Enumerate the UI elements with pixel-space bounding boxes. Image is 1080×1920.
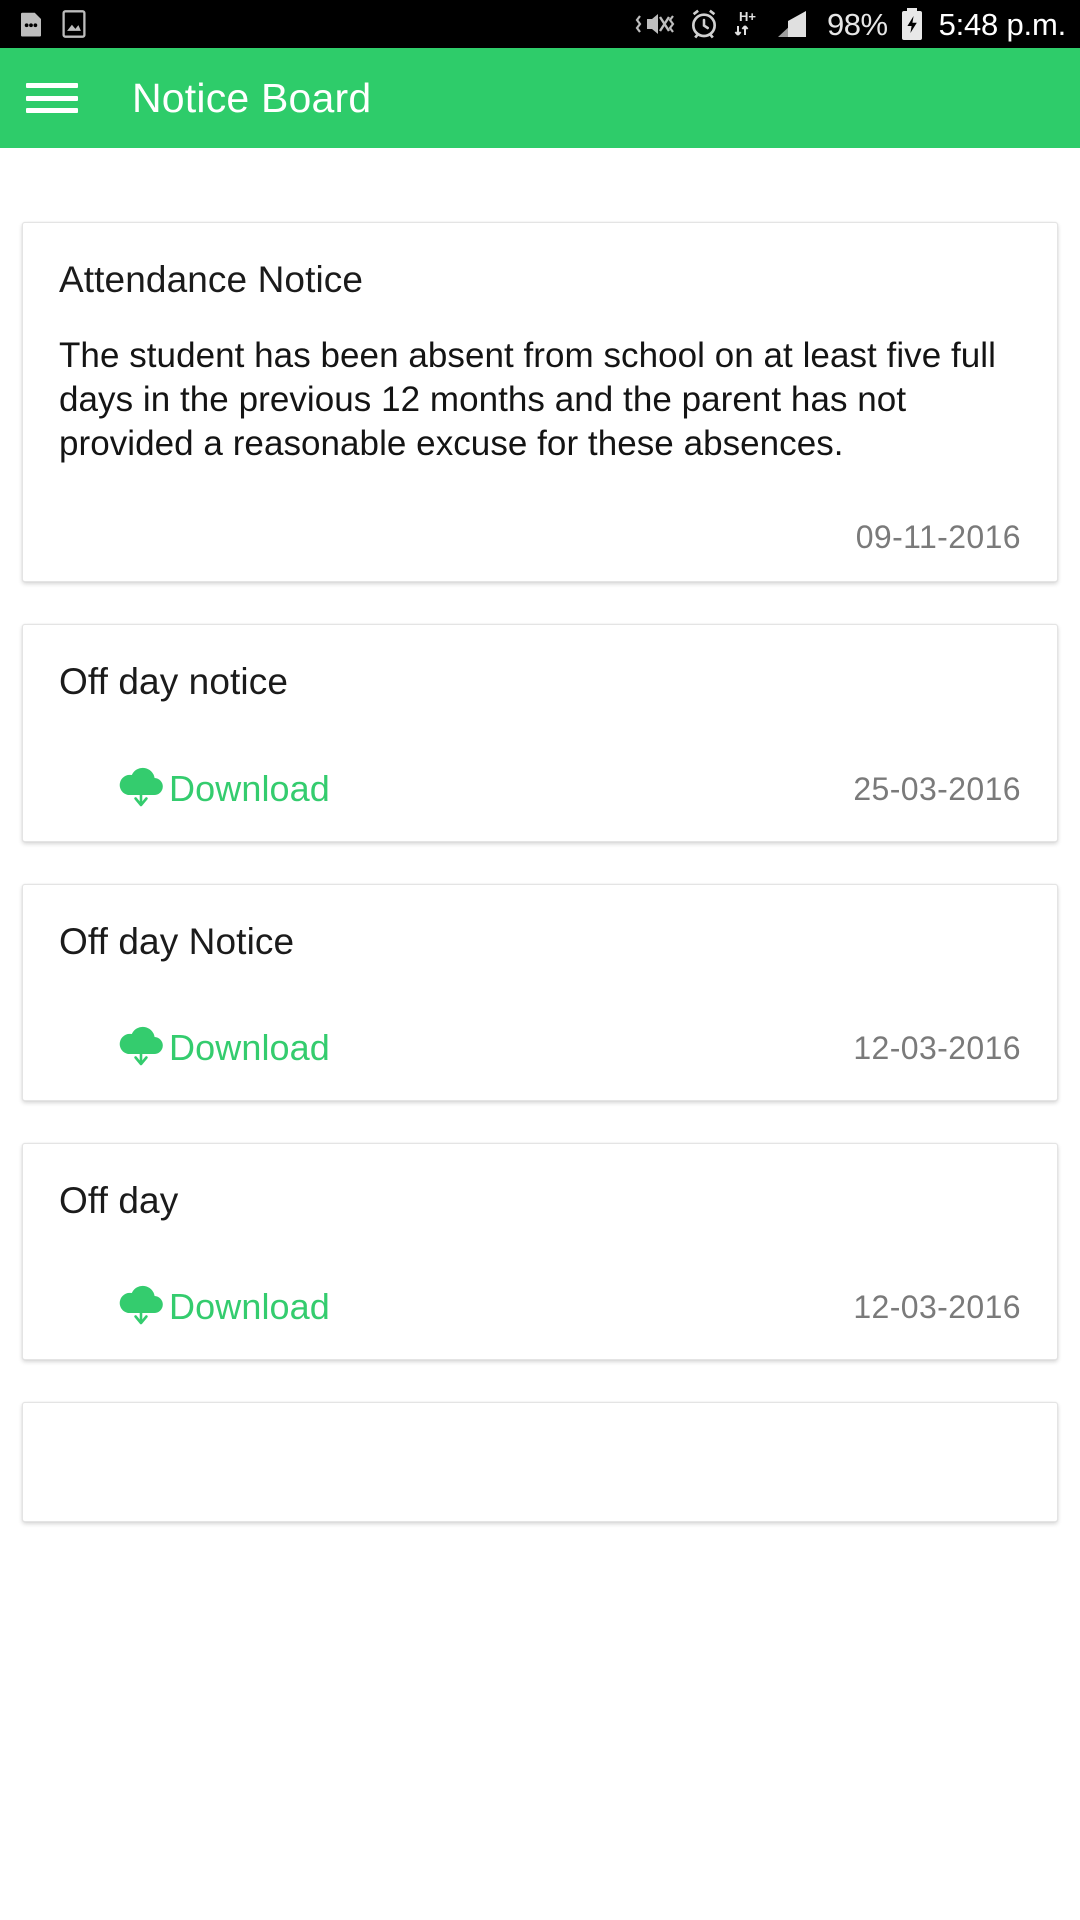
notice-card[interactable]: Off day notice Download 25-03-2016 xyxy=(22,624,1058,842)
page-title: Notice Board xyxy=(132,74,372,121)
app-bar: Notice Board xyxy=(0,48,1080,148)
hamburger-menu-icon[interactable] xyxy=(26,78,78,118)
notice-date: 25-03-2016 xyxy=(853,770,1021,807)
notice-card[interactable]: Off day Notice Download 12-03-2016 xyxy=(22,883,1058,1101)
status-bar: H+ 98% 5:48 p.m. xyxy=(0,0,1080,48)
download-label: Download xyxy=(169,1026,330,1068)
cloud-download-icon xyxy=(113,765,169,813)
status-bar-right-icons: H+ 98% 5:48 p.m. xyxy=(633,7,1066,41)
hamburger-bar-2 xyxy=(26,95,78,101)
download-button[interactable]: Download xyxy=(113,765,330,813)
sim-card-icon xyxy=(16,9,46,39)
notice-list[interactable]: Attendance Notice The student has been a… xyxy=(0,148,1080,1920)
notice-date: 12-03-2016 xyxy=(853,1029,1021,1066)
download-label: Download xyxy=(169,1285,330,1327)
battery-percent-label: 98% xyxy=(827,6,888,42)
hamburger-bar-1 xyxy=(26,83,78,88)
notice-title: Off day notice xyxy=(59,661,289,703)
status-bar-left-icons xyxy=(16,9,88,39)
download-button[interactable]: Download xyxy=(113,1024,330,1072)
svg-text:H+: H+ xyxy=(739,9,756,24)
signal-bars-icon xyxy=(776,8,814,40)
download-button[interactable]: Download xyxy=(113,1283,330,1331)
alarm-clock-icon xyxy=(688,8,720,40)
notice-title: Attendance Notice xyxy=(59,259,364,300)
cloud-download-icon xyxy=(113,1283,169,1331)
vibrate-mute-icon xyxy=(633,8,677,40)
notice-card[interactable]: Attendance Notice The student has been a… xyxy=(22,222,1058,583)
notice-footer-row: Download 12-03-2016 xyxy=(59,1024,1021,1072)
cloud-download-icon xyxy=(113,1024,169,1072)
hamburger-bar-3 xyxy=(26,108,78,113)
battery-charging-icon xyxy=(899,7,925,41)
notice-card-partial[interactable] xyxy=(22,1401,1058,1522)
notice-body: The student has been absent from school … xyxy=(59,336,996,463)
notice-card[interactable]: Off day Download 12-03-2016 xyxy=(22,1142,1058,1360)
notice-footer-row: Download 25-03-2016 xyxy=(59,765,1021,813)
status-bar-clock: 5:48 p.m. xyxy=(938,6,1067,42)
notice-title: Off day Notice xyxy=(59,920,295,962)
notice-footer-row: Download 12-03-2016 xyxy=(59,1283,1021,1331)
hplus-data-icon: H+ xyxy=(731,7,765,41)
notice-date: 09-11-2016 xyxy=(855,519,1021,556)
download-label: Download xyxy=(169,767,330,809)
notice-title: Off day xyxy=(59,1179,179,1221)
gallery-image-icon xyxy=(60,9,88,39)
notice-date: 12-03-2016 xyxy=(853,1288,1021,1325)
